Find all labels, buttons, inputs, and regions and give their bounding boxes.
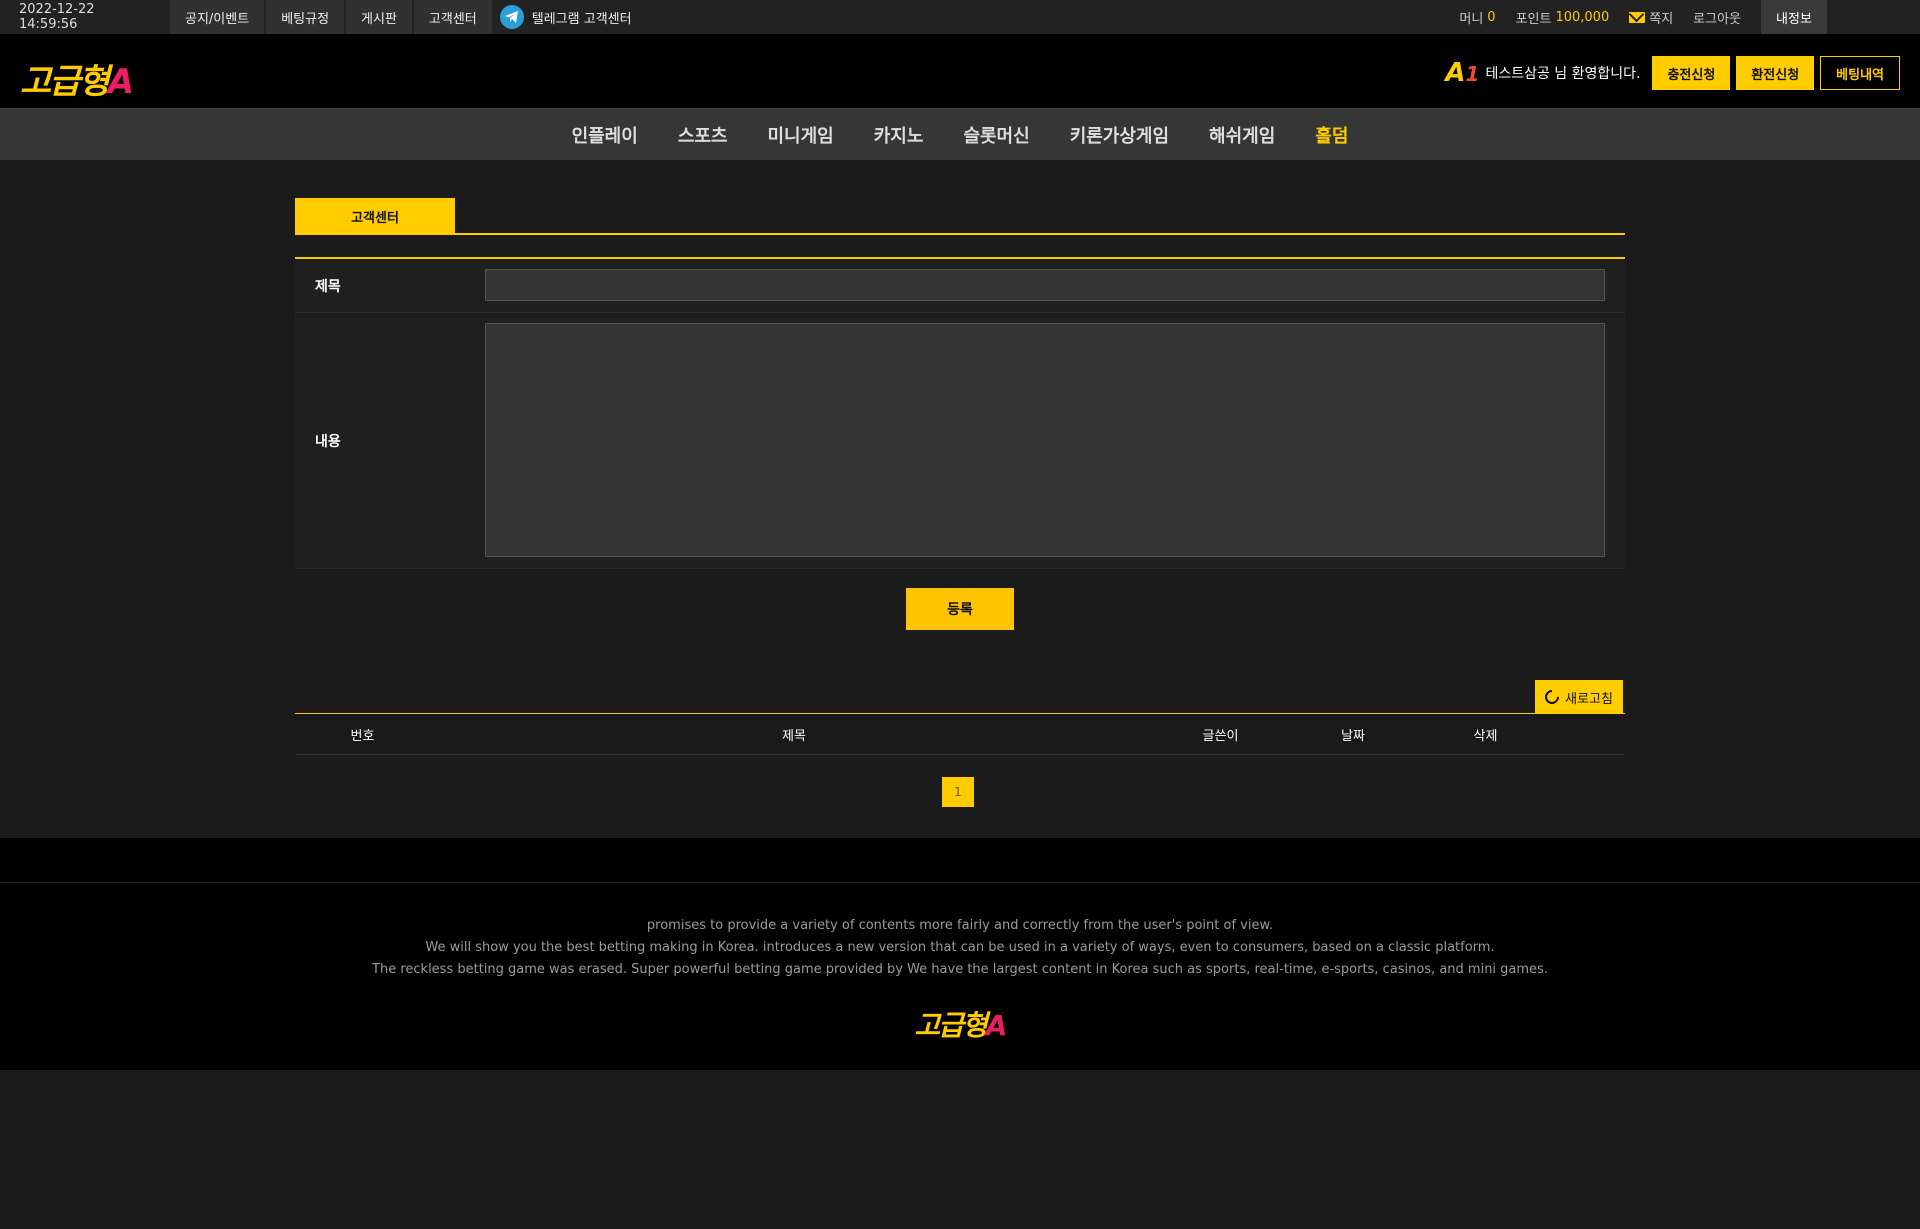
footer-divider xyxy=(0,882,1920,883)
inquiry-form: 제목 내용 xyxy=(295,257,1625,569)
footer-logo-text: 고급형 xyxy=(914,1009,988,1042)
link-board[interactable]: 게시판 xyxy=(346,0,412,34)
link-betting-rules[interactable]: 베팅규정 xyxy=(266,0,345,34)
col-date: 날짜 xyxy=(1341,728,1365,744)
clock: 2022-12-22 14:59:56 xyxy=(19,2,95,32)
account-summary: 머니 0 포인트 100,000 쪽지 로그아웃 내정보 xyxy=(1459,0,1920,34)
money-display: 머니 0 xyxy=(1459,8,1495,27)
nav-casino[interactable]: 카지노 xyxy=(874,122,924,148)
message-label: 쪽지 xyxy=(1649,11,1674,27)
logo-text: 고급형 xyxy=(20,62,110,102)
table-header: 번호 제목 글쓴이 날짜 삭제 xyxy=(295,713,1625,755)
title-row: 제목 xyxy=(295,259,1625,313)
link-customer-center[interactable]: 고객센터 xyxy=(413,0,492,34)
money-label: 머니 xyxy=(1459,11,1484,27)
message-link[interactable]: 쪽지 xyxy=(1629,8,1673,27)
col-number: 번호 xyxy=(350,728,375,744)
tab-bar: 고객센터 xyxy=(295,198,1625,235)
logout-link[interactable]: 로그아웃 xyxy=(1693,8,1741,27)
betting-history-button[interactable]: 베팅내역 xyxy=(1820,56,1900,90)
welcome-area: A1 테스트삼공 님 환영합니다. 충전신청 환전신청 베팅내역 xyxy=(1445,56,1900,90)
telegram-icon xyxy=(499,5,524,29)
footer-line-3: The reckless betting game was erased. Su… xyxy=(372,962,1548,977)
withdraw-request-button[interactable]: 환전신청 xyxy=(1736,56,1815,90)
level-badge-1: 1 xyxy=(1465,62,1480,86)
footer-line-1: promises to provide a variety of content… xyxy=(646,918,1274,933)
level-badge-a: A xyxy=(1445,58,1466,88)
tab-customer-center[interactable]: 고객센터 xyxy=(295,198,455,234)
refresh-icon xyxy=(1542,687,1563,707)
link-notice-event[interactable]: 공지/이벤트 xyxy=(170,0,265,34)
refresh-button[interactable]: 새로고침 xyxy=(1535,680,1623,714)
logo-accent: A xyxy=(107,62,134,102)
nav-holdem[interactable]: 홀덤 xyxy=(1315,122,1348,148)
money-value: 0 xyxy=(1487,9,1496,25)
footer: promises to provide a variety of content… xyxy=(0,838,1920,1070)
main-nav: 인플레이 스포츠 미니게임 카지노 슬롯머신 키론가상게임 해쉬게임 홀덤 xyxy=(0,108,1920,160)
refresh-label: 새로고침 xyxy=(1565,691,1613,707)
page-1-button[interactable]: 1 xyxy=(942,777,974,807)
telegram-support-link[interactable]: 텔레그램 고객센터 xyxy=(494,5,632,29)
top-bar: 2022-12-22 14:59:56 공지/이벤트 베팅규정 게시판 고객센터… xyxy=(0,0,1920,34)
my-info-button[interactable]: 내정보 xyxy=(1761,0,1827,34)
header: 고급형A A1 테스트삼공 님 환영합니다. 충전신청 환전신청 베팅내역 xyxy=(0,34,1920,108)
col-title: 제목 xyxy=(782,728,806,744)
level-badge-icon: A1 xyxy=(1445,58,1479,88)
point-display: 포인트 100,000 xyxy=(1516,8,1610,27)
body-row: 내용 xyxy=(295,313,1625,569)
footer-logo: 고급형A xyxy=(0,1004,1920,1044)
telegram-label: 텔레그램 고객센터 xyxy=(531,11,632,27)
body-label: 내용 xyxy=(315,433,341,450)
point-value: 100,000 xyxy=(1555,9,1610,25)
title-input[interactable] xyxy=(485,269,1605,301)
site-logo[interactable]: 고급형A xyxy=(20,54,134,103)
submit-button[interactable]: 등록 xyxy=(906,588,1014,630)
deposit-request-button[interactable]: 충전신청 xyxy=(1652,56,1731,90)
title-label: 제목 xyxy=(315,278,341,295)
point-label: 포인트 xyxy=(1515,11,1552,27)
footer-logo-accent: A xyxy=(985,1009,1008,1042)
col-author: 글쓴이 xyxy=(1202,728,1239,744)
nav-inplay[interactable]: 인플레이 xyxy=(572,122,638,148)
main-content: 고객센터 제목 내용 등록 새로고침 번호 제목 글쓴이 날짜 삭제 1 xyxy=(295,160,1625,838)
logout-label: 로그아웃 xyxy=(1693,11,1741,27)
nav-sports[interactable]: 스포츠 xyxy=(678,122,728,148)
nav-minigame[interactable]: 미니게임 xyxy=(768,122,834,148)
mail-icon xyxy=(1629,11,1646,23)
nav-slot[interactable]: 슬롯머신 xyxy=(963,122,1029,148)
nav-hash-game[interactable]: 해쉬게임 xyxy=(1209,122,1275,148)
body-textarea[interactable] xyxy=(485,323,1605,557)
footer-line-2: We will show you the best betting making… xyxy=(425,940,1495,955)
nav-kiron-virtual[interactable]: 키론가상게임 xyxy=(1070,122,1169,148)
welcome-message: 테스트삼공 님 환영합니다. xyxy=(1485,66,1641,82)
footer-text: promises to provide a variety of content… xyxy=(0,915,1920,981)
col-delete: 삭제 xyxy=(1473,728,1498,744)
